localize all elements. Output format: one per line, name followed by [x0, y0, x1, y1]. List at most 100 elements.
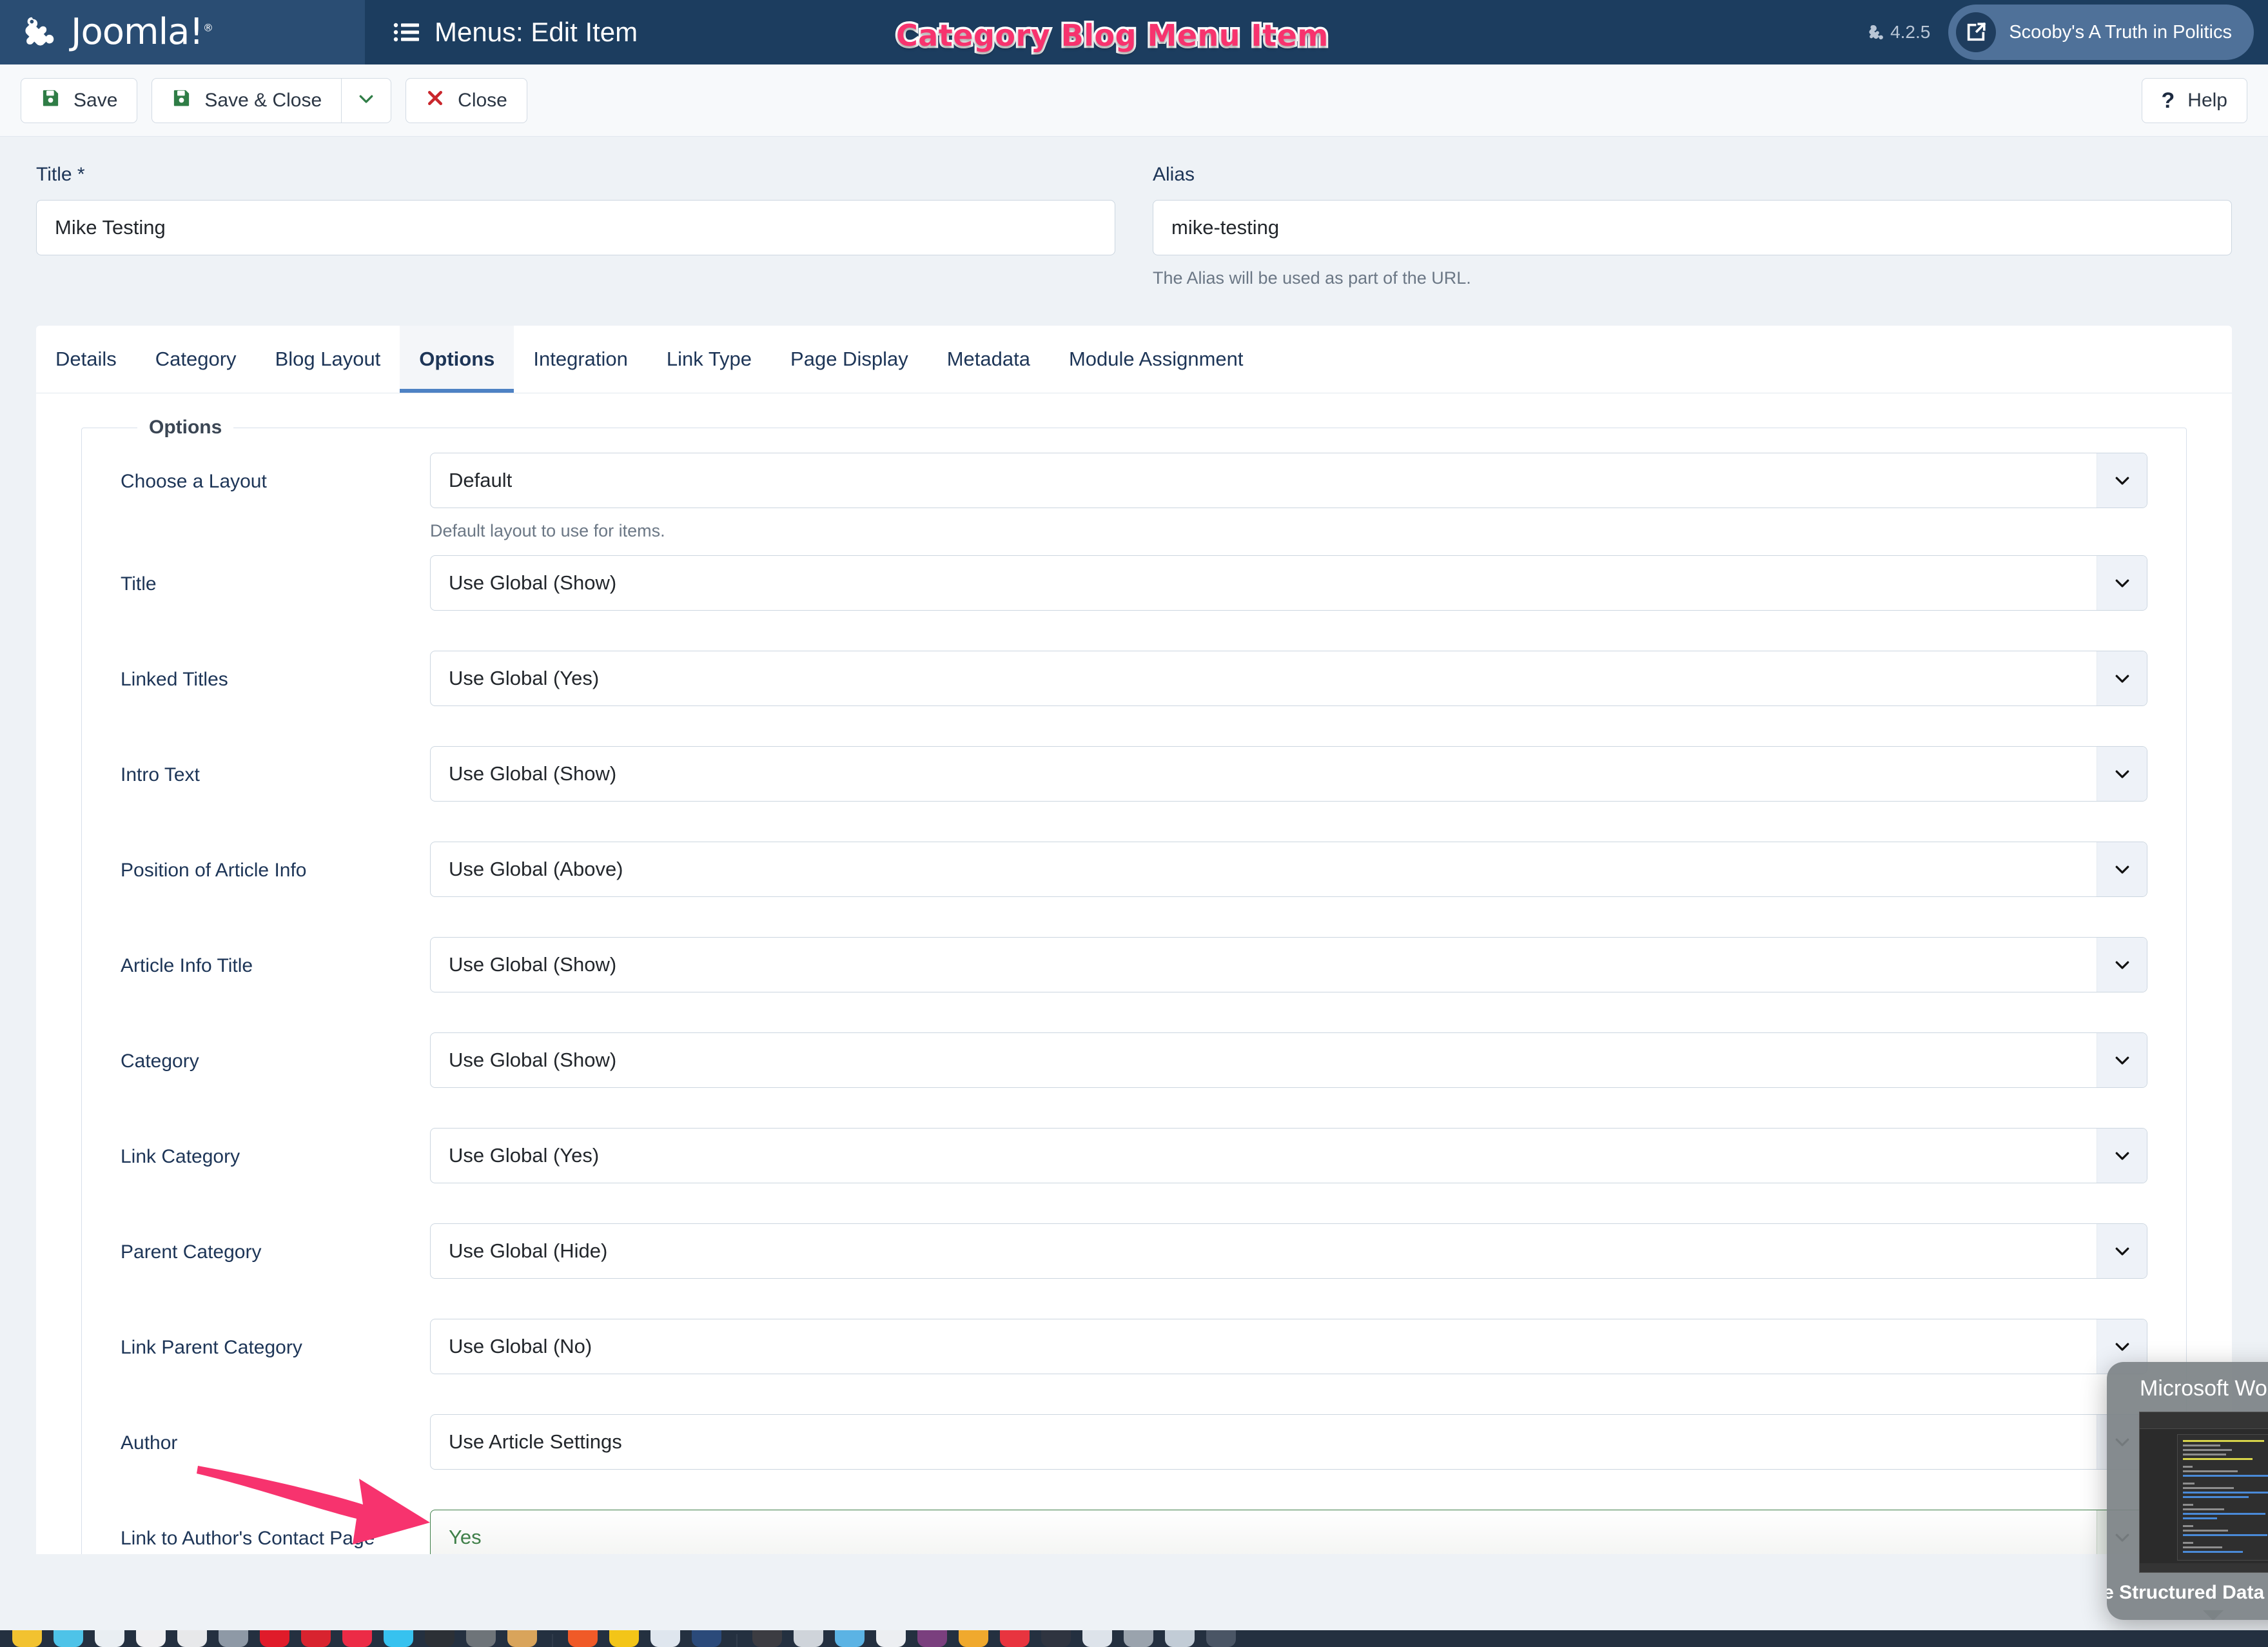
option-select[interactable]: Use Global (Yes) — [430, 1128, 2147, 1183]
dock-item[interactable] — [95, 1630, 124, 1647]
alias-field-group: Alias The Alias will be used as part of … — [1153, 164, 2232, 288]
alias-input[interactable] — [1153, 200, 2232, 255]
option-select[interactable]: Use Article Settings — [430, 1414, 2147, 1470]
dock-item[interactable] — [752, 1630, 782, 1647]
dock-item[interactable] — [650, 1630, 680, 1647]
dock-app-preview-tooltip: Microsoft Word Goo — [2107, 1362, 2268, 1620]
dock-item[interactable] — [1206, 1630, 1236, 1647]
editor-tabs: Details Category Blog Layout Options Integra… — [36, 326, 2232, 393]
dock-item[interactable] — [219, 1630, 248, 1647]
chevron-down-icon[interactable] — [2097, 842, 2147, 896]
help-button[interactable]: ? Help — [2141, 77, 2247, 123]
editor-toolbar: Save Save & Close Close ? Help — [0, 64, 2268, 137]
dock-divider — [552, 1634, 553, 1647]
chevron-down-icon[interactable] — [2097, 1129, 2147, 1183]
dock-item[interactable] — [876, 1630, 906, 1647]
dock-preview-thumbnail — [2139, 1412, 2268, 1573]
option-label: Category — [121, 1050, 199, 1072]
tab-page-display[interactable]: Page Display — [771, 326, 928, 393]
page-title: Menus: Edit Item — [435, 17, 638, 47]
option-row: Article Info Title Use Global (Show) — [121, 923, 2147, 1018]
dock-item[interactable] — [1124, 1630, 1153, 1647]
option-control: Use Global (Yes) — [430, 1128, 2147, 1183]
dock-item[interactable] — [301, 1630, 331, 1647]
option-label: Author — [121, 1432, 178, 1454]
option-label: Parent Category — [121, 1241, 262, 1263]
option-select-value: Use Global (Yes) — [449, 1144, 600, 1167]
option-control: Use Global (Yes) — [430, 651, 2147, 706]
option-select[interactable]: Yes — [430, 1510, 2147, 1554]
dock-item[interactable] — [794, 1630, 823, 1647]
chevron-down-icon[interactable] — [2097, 651, 2147, 705]
word-document-page — [2177, 1434, 2268, 1561]
dock-item[interactable] — [609, 1630, 639, 1647]
dock-item[interactable] — [260, 1630, 289, 1647]
option-select[interactable]: Use Global (Hide) — [430, 1223, 2147, 1279]
chevron-down-icon[interactable] — [2097, 1033, 2147, 1087]
option-select-value: Use Global (Show) — [449, 1049, 617, 1071]
save-and-close-group: Save & Close — [152, 77, 392, 123]
site-preview-link[interactable]: Scooby's A Truth in Politics — [1948, 5, 2254, 60]
option-select[interactable]: Use Global (Show) — [430, 555, 2147, 611]
dock-item[interactable] — [342, 1630, 372, 1647]
tab-options[interactable]: Options — [400, 326, 514, 393]
chevron-down-icon[interactable] — [2097, 747, 2147, 801]
option-row: Title Use Global (Show) — [121, 541, 2147, 636]
tab-link-type[interactable]: Link Type — [647, 326, 771, 393]
floppy-disk-icon — [41, 88, 61, 113]
tab-details[interactable]: Details — [36, 326, 136, 393]
option-select[interactable]: Use Global (Yes) — [430, 651, 2147, 706]
dock-item[interactable] — [568, 1630, 598, 1647]
dock-item[interactable] — [507, 1630, 537, 1647]
option-control: Use Global (Show) — [430, 937, 2147, 992]
options-rows: Choose a Layout Default Default layout to … — [121, 439, 2147, 1554]
option-select[interactable]: Use Global (No) — [430, 1319, 2147, 1374]
version-badge: 4.2.5 — [1867, 22, 1930, 43]
dock-item[interactable] — [917, 1630, 947, 1647]
chevron-down-icon[interactable] — [2097, 938, 2147, 992]
option-select[interactable]: Use Global (Show) — [430, 1032, 2147, 1088]
dock-item[interactable] — [1000, 1630, 1030, 1647]
tab-module-assignment[interactable]: Module Assignment — [1050, 326, 1263, 393]
macos-dock[interactable] — [0, 1630, 2268, 1647]
brand-area[interactable]: Joomla!® — [0, 0, 365, 64]
option-row: Parent Category Use Global (Hide) — [121, 1209, 2147, 1305]
tab-category[interactable]: Category — [136, 326, 256, 393]
tab-panel-options: Options Choose a Layout Default Default la… — [36, 393, 2232, 1554]
tab-metadata[interactable]: Metadata — [928, 326, 1050, 393]
option-control: Use Global (Hide) — [430, 1223, 2147, 1279]
close-button[interactable]: Close — [406, 77, 527, 123]
dock-item[interactable] — [1165, 1630, 1195, 1647]
chevron-down-icon[interactable] — [2097, 1224, 2147, 1278]
x-mark-icon — [425, 88, 445, 113]
dock-item[interactable] — [177, 1630, 207, 1647]
dock-item[interactable] — [692, 1630, 721, 1647]
question-mark-icon: ? — [2161, 88, 2175, 113]
chevron-down-icon[interactable] — [2097, 556, 2147, 610]
tab-blog-layout[interactable]: Blog Layout — [256, 326, 400, 393]
site-name-label: Scooby's A Truth in Politics — [2009, 21, 2232, 43]
option-label: Link Category — [121, 1146, 240, 1167]
dock-item[interactable] — [466, 1630, 496, 1647]
dock-item[interactable] — [959, 1630, 988, 1647]
option-select[interactable]: Use Global (Above) — [430, 842, 2147, 897]
dock-item[interactable] — [835, 1630, 865, 1647]
chevron-down-icon[interactable] — [2097, 453, 2147, 508]
option-select[interactable]: Use Global (Show) — [430, 746, 2147, 802]
dock-item[interactable] — [384, 1630, 413, 1647]
dock-item[interactable] — [136, 1630, 166, 1647]
dock-item[interactable] — [54, 1630, 83, 1647]
tab-integration[interactable]: Integration — [514, 326, 647, 393]
dock-item[interactable] — [1082, 1630, 1112, 1647]
dock-item[interactable] — [12, 1630, 42, 1647]
save-dropdown-toggle[interactable] — [341, 77, 392, 123]
save-button-label: Save — [73, 89, 118, 111]
dock-item[interactable] — [1041, 1630, 1071, 1647]
option-row: Link Category Use Global (Yes) — [121, 1114, 2147, 1209]
dock-item[interactable] — [425, 1630, 455, 1647]
save-button[interactable]: Save — [21, 77, 138, 123]
option-select[interactable]: Default — [430, 453, 2147, 508]
option-select[interactable]: Use Global (Show) — [430, 937, 2147, 992]
save-and-close-button[interactable]: Save & Close — [152, 77, 342, 123]
title-input[interactable] — [36, 200, 1115, 255]
